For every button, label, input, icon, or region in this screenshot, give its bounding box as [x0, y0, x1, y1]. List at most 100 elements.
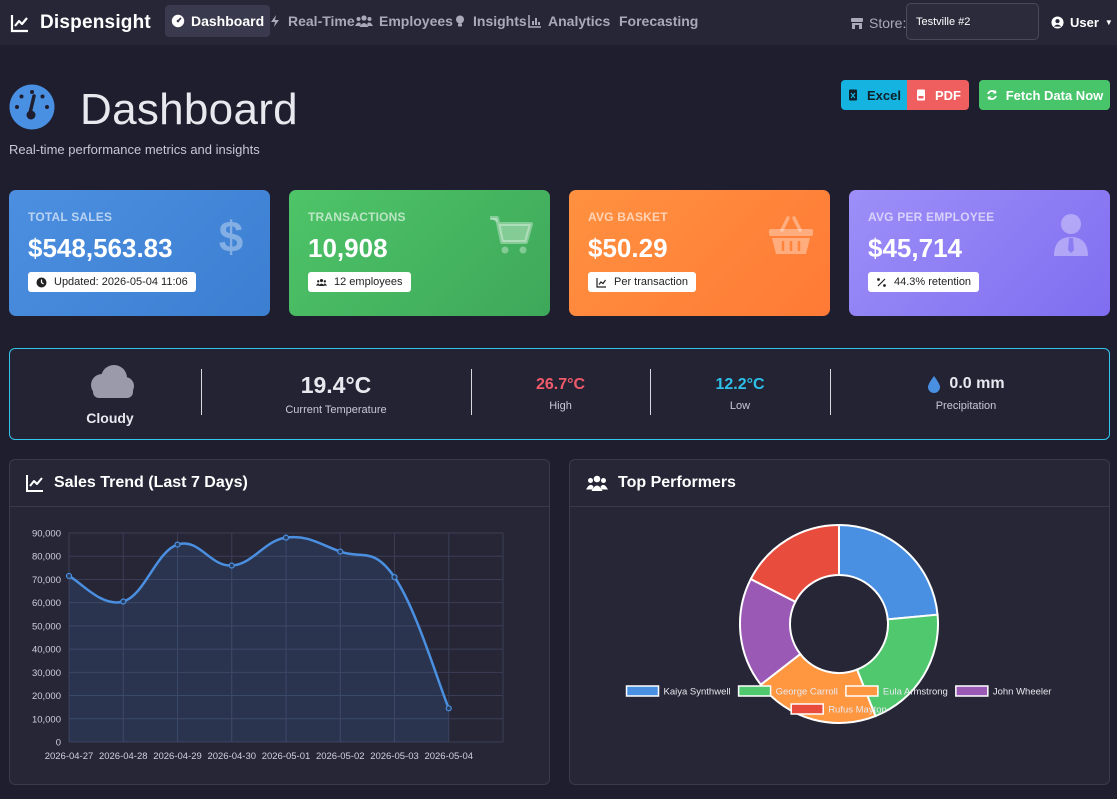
users-icon: [316, 278, 327, 286]
legend-label: Kaiya Synthwell: [664, 687, 731, 698]
stat-badge-text: 44.3% retention: [894, 276, 972, 288]
weather-precipitation-row: 0.0 mm: [830, 375, 1102, 393]
nav-item-forecasting[interactable]: Forecasting: [613, 5, 704, 37]
y-tick-label: 0: [56, 738, 61, 749]
nav-item-employees[interactable]: Employees: [349, 5, 459, 37]
weather-precipitation-label: Precipitation: [935, 400, 997, 412]
bolt-icon: [271, 15, 279, 27]
weather-temperature: 19.4°C: [300, 372, 372, 398]
data-point: [65, 572, 73, 580]
weather-precipitation: 0.0 mm: [949, 375, 1005, 392]
weather-temperature-label: Current Temperature: [285, 404, 387, 416]
store-label-text: Store:: [869, 14, 907, 31]
chart-line-icon: [26, 475, 43, 492]
export-pdf-button[interactable]: PDF: [907, 80, 969, 110]
users-icon: [355, 15, 373, 27]
users-icon: [586, 475, 608, 491]
sales-trend-title: Sales Trend (Last 7 Days): [54, 474, 248, 491]
file-excel-icon: [849, 89, 857, 101]
export-pdf-label: PDF: [935, 87, 961, 103]
brand[interactable]: Dispensight: [10, 0, 151, 45]
x-tick-label: 2026-04-27: [45, 751, 94, 762]
dollar-icon: $: [219, 213, 243, 258]
x-tick-label: 2026-05-01: [262, 751, 311, 762]
chart-line-icon: [596, 277, 606, 288]
y-tick-label: 60,000: [32, 598, 61, 609]
fetch-data-button[interactable]: Fetch Data Now: [979, 80, 1110, 110]
store-input[interactable]: [906, 3, 1039, 40]
weather-condition: Cloudy: [86, 410, 134, 426]
svg-text:$: $: [219, 213, 243, 258]
store-label: Store:: [850, 0, 906, 45]
sales-trend-chart: 0 10,000 20,000 30,000 40,000 50,000 60,000 70,…: [32, 529, 504, 762]
y-tick-label: 20,000: [32, 691, 61, 702]
user-menu[interactable]: User ▼: [1051, 0, 1113, 45]
stat-badge-text: Per transaction: [614, 276, 688, 288]
data-point: [282, 534, 290, 541]
sync-icon: [986, 90, 997, 100]
data-point: [445, 705, 452, 712]
y-tick-label: 10,000: [32, 714, 61, 725]
legend-label: George Carroll: [776, 687, 838, 698]
legend-label: Eula Armstrong: [883, 687, 948, 698]
legend-swatch: [955, 685, 989, 697]
y-tick-label: 50,000: [32, 621, 61, 632]
tachometer-icon: [9, 84, 55, 130]
clock-icon: [36, 277, 47, 287]
y-tick-label: 30,000: [32, 668, 61, 679]
stat-badge: 44.3% retention: [868, 272, 980, 292]
page-title: Dashboard: [80, 85, 298, 134]
sales-trend-panel: Sales Trend (Last 7 Days) 0 10,000 20,000 3…: [9, 459, 550, 785]
bar-chart-icon: [528, 15, 541, 28]
data-point: [120, 598, 127, 605]
nav-item-insights[interactable]: Insights: [447, 5, 533, 37]
cart-icon: [490, 216, 533, 254]
nav-item-real-time[interactable]: Real-Time: [262, 5, 361, 37]
legend-swatch: [737, 685, 772, 697]
top-performers-panel: Top Performers Kaiya Synthwell George Car…: [569, 459, 1110, 785]
y-tick-label: 90,000: [32, 529, 61, 540]
export-excel-button[interactable]: Excel: [841, 80, 907, 110]
page-subtitle: Real-time performance metrics and insigh…: [9, 142, 260, 157]
cloud-icon: [91, 365, 134, 398]
weather-high-label: High: [549, 400, 572, 412]
nav-label: Analytics: [548, 13, 611, 29]
file-pdf-icon: [917, 89, 925, 101]
chevron-down-icon: ▼: [1104, 18, 1113, 27]
data-point: [174, 541, 181, 548]
pie-slice: [838, 523, 939, 621]
gauge-icon: [171, 14, 185, 28]
user-circle-icon: [1051, 16, 1064, 29]
top-performers-title: Top Performers: [618, 474, 736, 491]
user-tie-icon: [1054, 214, 1088, 256]
basket-icon: [769, 216, 813, 254]
stat-card-transactions: TRANSACTIONS 10,908 12 employees: [289, 190, 550, 316]
stat-badge: 12 employees: [308, 272, 411, 292]
x-tick-label: 2026-04-29: [153, 751, 202, 762]
fetch-data-label: Fetch Data Now: [1005, 87, 1104, 103]
droplet-icon: [928, 376, 941, 393]
sales-area: [69, 537, 449, 742]
y-tick-label: 70,000: [32, 575, 61, 586]
data-point: [391, 574, 398, 581]
nav-item-analytics[interactable]: Analytics: [522, 5, 616, 37]
legend-label: John Wheeler: [993, 687, 1052, 698]
nav-label: Forecasting: [619, 13, 699, 29]
nav-label: Employees: [379, 13, 453, 29]
stat-badge-text: Updated: 2026-05-04 11:06: [54, 276, 188, 288]
legend-swatch: [790, 703, 824, 715]
export-excel-label: Excel: [867, 87, 901, 103]
nav-item-dashboard[interactable]: Dashboard: [165, 5, 271, 37]
stat-card-avg-per-employee: AVG PER EMPLOYEE $45,714 44.3% retention: [849, 190, 1110, 316]
nav-label: Real-Time: [288, 13, 355, 29]
data-point: [337, 548, 344, 555]
weather-low: 12.2°C: [715, 376, 765, 393]
data-point: [228, 562, 235, 569]
legend-swatch: [845, 685, 879, 697]
weather-low-label: Low: [729, 400, 751, 412]
stat-badge: Per transaction: [588, 272, 696, 292]
y-tick-label: 80,000: [32, 552, 61, 563]
x-tick-label: 2026-05-02: [316, 751, 365, 762]
chart-line-icon: [10, 14, 28, 32]
percent-icon: [877, 277, 886, 287]
